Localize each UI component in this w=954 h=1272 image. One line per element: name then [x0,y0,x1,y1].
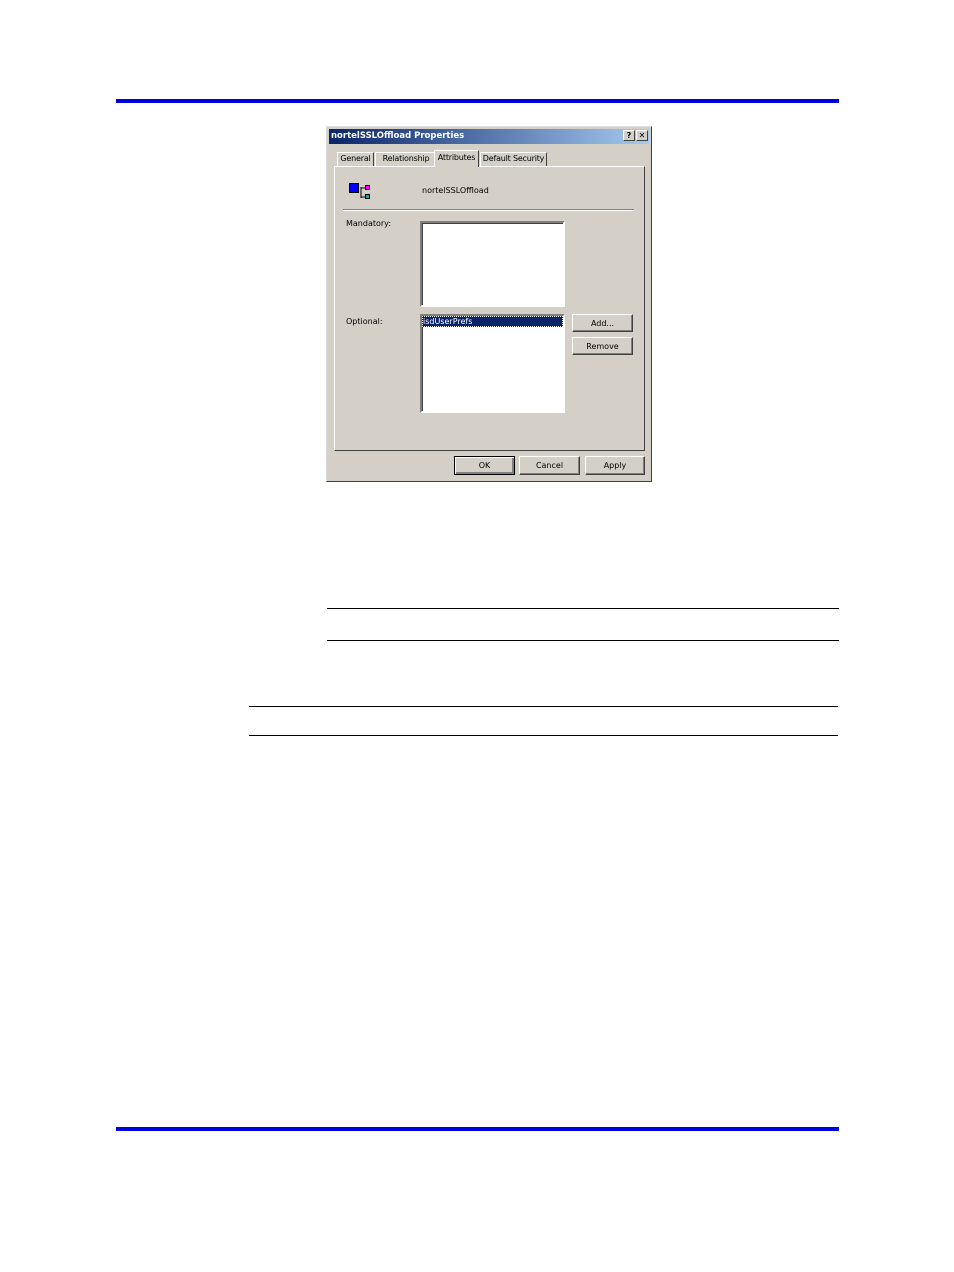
tab-default-security[interactable]: Default Security [480,152,547,166]
dialog-title-bar: nortelSSLOffload Properties [329,129,649,144]
properties-dialog: nortelSSLOffload Properties ? ✕ General … [326,126,652,482]
cancel-button[interactable]: Cancel [519,456,580,475]
add-button[interactable]: Add... [572,314,633,332]
section-rule-bottom [249,735,838,736]
section-divider [343,209,634,211]
note-rule-top [327,608,839,609]
tab-attributes[interactable]: Attributes [434,150,479,167]
apply-button[interactable]: Apply [585,456,645,475]
optional-list[interactable]: isdUserPrefs [420,314,565,413]
optional-list-item[interactable]: isdUserPrefs [422,316,563,327]
help-button[interactable]: ? [623,130,635,141]
class-object-icon [349,183,370,199]
ok-button[interactable]: OK [454,456,515,475]
tab-general[interactable]: General [337,152,374,166]
tab-relationship[interactable]: Relationship [375,152,437,166]
close-button[interactable]: ✕ [636,130,648,141]
mandatory-list[interactable] [420,221,565,307]
dialog-title: nortelSSLOffload Properties [331,131,465,141]
optional-label: Optional: [346,317,383,326]
note-rule-bottom [327,640,839,641]
page-header-rule [116,99,839,103]
section-rule-top [249,706,838,707]
attributes-panel: nortelSSLOffload Mandatory: Optional: is… [334,166,645,451]
mandatory-label: Mandatory: [346,219,392,228]
object-name: nortelSSLOffload [422,186,489,195]
page-footer-rule [116,1127,839,1131]
remove-button[interactable]: Remove [572,337,633,355]
